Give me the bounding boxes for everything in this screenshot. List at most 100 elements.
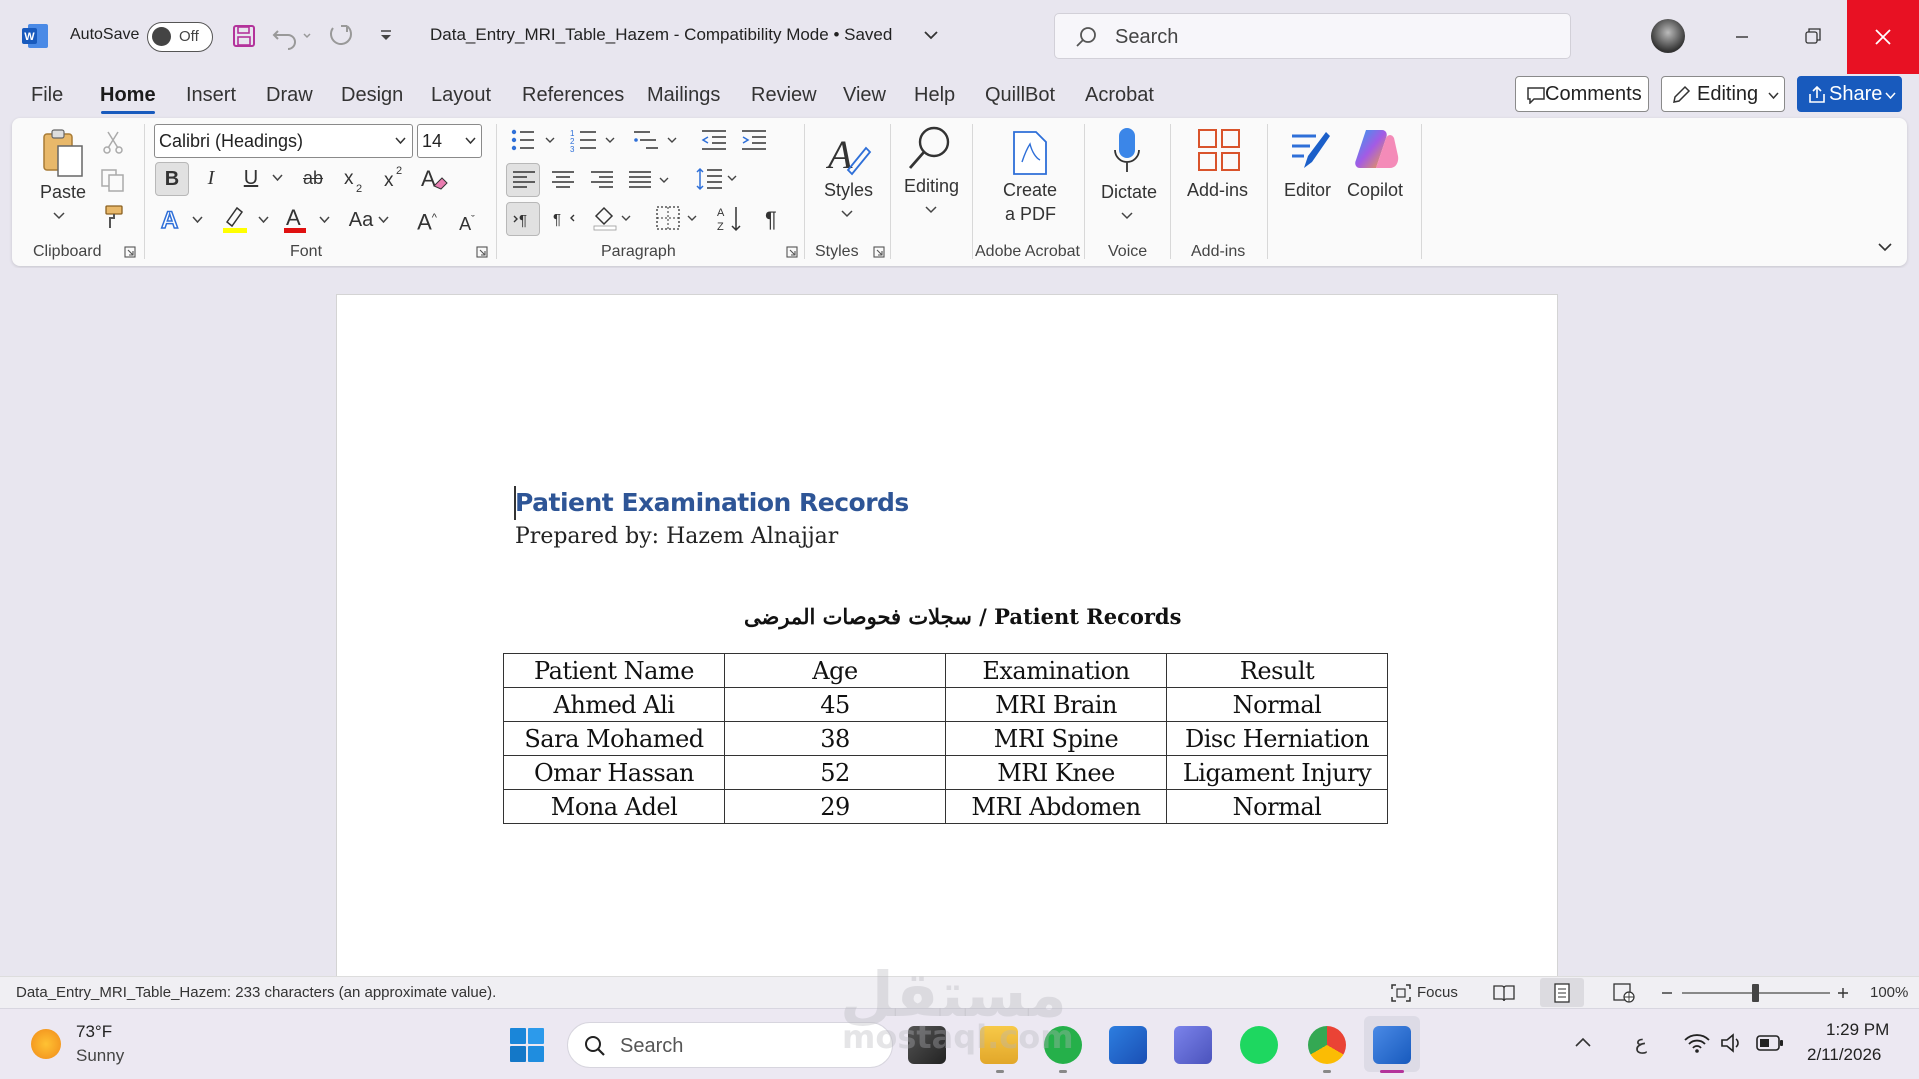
- line-spacing-icon[interactable]: [694, 166, 740, 192]
- comments-button[interactable]: Comments: [1515, 76, 1649, 112]
- align-left-button[interactable]: [506, 163, 540, 197]
- zoom-out-icon[interactable]: [1660, 987, 1674, 999]
- show-hidden-icons-icon[interactable]: [1574, 1036, 1592, 1048]
- find-icon[interactable]: [904, 124, 954, 174]
- focus-label[interactable]: Focus: [1417, 984, 1458, 1001]
- restore-button[interactable]: [1777, 0, 1847, 74]
- table-header-cell[interactable]: Patient Name: [503, 653, 725, 688]
- table-cell[interactable]: MRI Knee: [945, 755, 1167, 790]
- table-cell[interactable]: 38: [724, 721, 946, 756]
- cut-icon[interactable]: [102, 130, 124, 154]
- zoom-level[interactable]: 100%: [1870, 984, 1908, 1001]
- taskbar-search-input[interactable]: Search: [567, 1022, 893, 1068]
- tab-mailings[interactable]: Mailings: [647, 84, 720, 107]
- table-header-cell[interactable]: Result: [1166, 653, 1388, 688]
- copilot-icon[interactable]: [1352, 126, 1400, 172]
- table-cell[interactable]: Normal: [1166, 687, 1388, 722]
- clock-time[interactable]: 1:29 PM: [1826, 1020, 1889, 1040]
- tab-home[interactable]: Home: [100, 84, 156, 107]
- underline-button[interactable]: U: [236, 164, 266, 194]
- dictate-label[interactable]: Dictate: [1101, 182, 1157, 203]
- table-cell[interactable]: MRI Brain: [945, 687, 1167, 722]
- teams-icon[interactable]: [1174, 1026, 1212, 1064]
- tab-review[interactable]: Review: [751, 84, 817, 107]
- create-pdf-icon[interactable]: [1010, 130, 1050, 176]
- subscript-icon[interactable]: x2: [342, 166, 366, 194]
- table-cell[interactable]: Ahmed Ali: [503, 687, 725, 722]
- tab-file[interactable]: File: [31, 84, 63, 107]
- document-title[interactable]: Data_Entry_MRI_Table_Hazem - Compatibili…: [430, 25, 892, 45]
- styles-label[interactable]: Styles: [824, 180, 873, 201]
- whatsapp-icon[interactable]: [1044, 1026, 1082, 1064]
- tab-design[interactable]: Design: [341, 84, 403, 107]
- create-pdf-label-1[interactable]: Create: [1003, 180, 1057, 201]
- paragraph-launcher-icon[interactable]: [786, 246, 798, 258]
- tab-quillbot[interactable]: QuillBot: [985, 84, 1055, 107]
- zoom-slider-thumb[interactable]: [1752, 984, 1759, 1002]
- volume-icon[interactable]: [1720, 1032, 1744, 1054]
- strikethrough-button[interactable]: ab: [296, 164, 330, 194]
- prepared-by-text[interactable]: Prepared by: Hazem Alnajjar: [515, 524, 838, 549]
- copy-icon[interactable]: [100, 168, 126, 192]
- microphone-icon[interactable]: [1112, 126, 1142, 176]
- table-cell[interactable]: 52: [724, 755, 946, 790]
- collapse-ribbon-icon[interactable]: [1878, 242, 1892, 252]
- document-page[interactable]: [336, 294, 1558, 984]
- table-cell[interactable]: MRI Spine: [945, 721, 1167, 756]
- styles-icon[interactable]: A: [826, 128, 872, 178]
- align-center-icon[interactable]: [551, 170, 575, 190]
- input-language[interactable]: ع: [1635, 1030, 1647, 1055]
- justify-icon[interactable]: [628, 170, 670, 190]
- editing-chevron-icon[interactable]: [925, 206, 937, 214]
- wifi-icon[interactable]: [1684, 1032, 1710, 1054]
- tab-view[interactable]: View: [843, 84, 886, 107]
- chrome-icon[interactable]: [1308, 1026, 1346, 1064]
- editing-mode-button[interactable]: Editing: [1661, 76, 1785, 112]
- customize-qat-icon[interactable]: [378, 28, 394, 44]
- word-taskbar-icon[interactable]: [1373, 1026, 1411, 1064]
- align-right-icon[interactable]: [590, 170, 614, 190]
- search-input[interactable]: Search: [1054, 13, 1571, 59]
- font-launcher-icon[interactable]: [476, 246, 488, 258]
- tab-draw[interactable]: Draw: [266, 84, 313, 107]
- undo-icon[interactable]: [272, 22, 312, 50]
- underline-chevron-icon[interactable]: [272, 174, 283, 182]
- shading-icon[interactable]: [592, 204, 634, 232]
- format-painter-icon[interactable]: [100, 204, 126, 230]
- weather-desc[interactable]: Sunny: [76, 1046, 124, 1066]
- borders-icon[interactable]: [654, 204, 700, 232]
- web-layout-icon[interactable]: [1612, 982, 1636, 1004]
- text-effects-icon[interactable]: A: [160, 206, 186, 234]
- print-layout-button[interactable]: [1540, 978, 1584, 1007]
- zoom-slider[interactable]: [1682, 984, 1830, 1002]
- table-cell[interactable]: Ligament Injury: [1166, 755, 1388, 790]
- numbering-icon[interactable]: 123: [570, 128, 616, 152]
- table-cell[interactable]: Normal: [1166, 789, 1388, 824]
- multilevel-list-icon[interactable]: [632, 128, 678, 152]
- spotify-icon[interactable]: [1240, 1026, 1278, 1064]
- styles-chevron-icon[interactable]: [841, 210, 853, 218]
- font-name-select[interactable]: Calibri (Headings): [154, 124, 413, 158]
- table-cell[interactable]: 45: [724, 687, 946, 722]
- focus-icon[interactable]: [1390, 983, 1412, 1003]
- font-size-select[interactable]: 14: [417, 124, 482, 158]
- tab-help[interactable]: Help: [914, 84, 955, 107]
- table-cell[interactable]: MRI Abdomen: [945, 789, 1167, 824]
- patient-records-table[interactable]: Patient Name Age Examination Result Ahme…: [503, 653, 1388, 824]
- minimize-button[interactable]: [1707, 0, 1777, 74]
- weather-temp[interactable]: 73°F: [76, 1022, 112, 1042]
- table-cell[interactable]: 29: [724, 789, 946, 824]
- table-header-cell[interactable]: Examination: [945, 653, 1167, 688]
- autosave-toggle[interactable]: Off: [147, 22, 213, 52]
- zoom-in-icon[interactable]: [1836, 985, 1850, 1001]
- paste-icon[interactable]: [40, 128, 86, 178]
- clear-formatting-icon[interactable]: A: [420, 164, 448, 194]
- tab-layout[interactable]: Layout: [431, 84, 491, 107]
- battery-icon[interactable]: [1756, 1033, 1784, 1053]
- copilot-label[interactable]: Copilot: [1347, 180, 1403, 201]
- editor-icon[interactable]: [1286, 126, 1332, 172]
- create-pdf-label-2[interactable]: a PDF: [1005, 204, 1056, 225]
- text-effects-chevron-icon[interactable]: [192, 216, 203, 224]
- change-case-button[interactable]: Aa: [344, 206, 378, 236]
- editing-label[interactable]: Editing: [904, 176, 959, 197]
